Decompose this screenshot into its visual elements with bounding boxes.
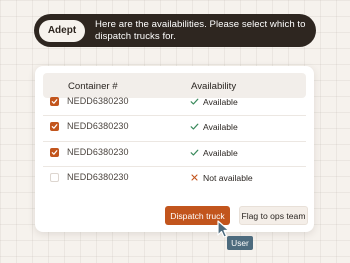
assistant-message-text: Here are the availabilities. Please sele… xyxy=(95,18,306,42)
x-icon xyxy=(191,174,198,181)
row-checkbox[interactable] xyxy=(50,148,59,157)
user-cursor-label: User xyxy=(227,236,253,250)
check-icon xyxy=(190,98,199,105)
table-row: NEDD6380230 Available xyxy=(35,90,314,115)
table-row: NEDD6380230 Available xyxy=(35,115,314,140)
assistant-message-banner: Adept Here are the availabilities. Pleas… xyxy=(34,14,316,47)
availability-status: Available xyxy=(203,122,238,132)
check-icon xyxy=(190,149,199,156)
row-divider xyxy=(43,166,306,167)
checkmark-icon xyxy=(51,124,58,129)
availability-status: Available xyxy=(203,148,238,158)
row-divider xyxy=(43,141,306,142)
checkmark-icon xyxy=(51,99,58,104)
table-row: NEDD6380230 Not available xyxy=(35,166,314,191)
container-number: NEDD6380230 xyxy=(67,147,129,157)
check-icon xyxy=(190,123,199,130)
table-row: NEDD6380230 Available xyxy=(35,141,314,166)
container-number: NEDD6380230 xyxy=(67,172,129,182)
checkmark-icon xyxy=(51,150,58,155)
row-divider xyxy=(43,115,306,116)
row-checkbox[interactable] xyxy=(50,97,59,106)
availability-status: Available xyxy=(203,97,238,107)
container-number: NEDD6380230 xyxy=(67,121,129,131)
container-number: NEDD6380230 xyxy=(67,96,129,106)
availability-card: Container # Availability NEDD6380230 Avai… xyxy=(35,66,314,232)
row-checkbox[interactable] xyxy=(50,122,59,131)
flag-to-ops-button[interactable]: Flag to ops team xyxy=(239,206,308,225)
row-checkbox[interactable] xyxy=(50,173,59,182)
availability-status: Not available xyxy=(203,173,253,183)
agent-name-badge: Adept xyxy=(39,19,85,42)
